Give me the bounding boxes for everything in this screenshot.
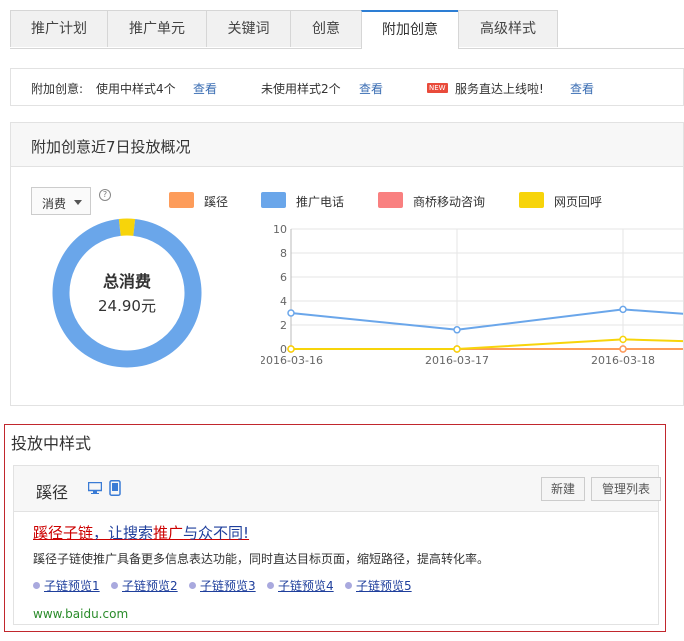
sublink-4[interactable]: 子链预览4 (267, 577, 334, 594)
card-header: 蹊径 新建 管理列表 (14, 466, 661, 512)
overview-panel: 附加创意近7日投放概况 消费 ? 总消费 24.90元 蹊径 推广电话 商桥移动… (10, 122, 684, 406)
trend-line-chart: 02468102016-03-16 2016-03-17 2016-03-18 (261, 223, 683, 367)
ad-title-part: 蹊径子链 (33, 524, 94, 542)
data-point[interactable] (453, 345, 461, 353)
new-button[interactable]: 新建 (541, 477, 585, 501)
ad-title-part: ，让搜索 (93, 524, 154, 542)
unused-count: 未使用样式2个 (261, 82, 341, 96)
data-point[interactable] (619, 345, 627, 353)
card-title: 蹊径 (36, 483, 69, 502)
legend-swatch (169, 192, 194, 208)
data-point[interactable] (453, 326, 461, 334)
sublink-1[interactable]: 子链预览1 (33, 577, 100, 594)
y-tick-label: 8 (280, 247, 287, 260)
data-point[interactable] (619, 335, 627, 344)
bullet-icon (111, 582, 118, 589)
in-use-label: 附加创意: (31, 82, 84, 96)
legend-label: 网页回呼 (554, 195, 603, 209)
desktop-icon (88, 482, 102, 494)
legend-swatch (519, 192, 544, 208)
overview-header: 附加创意近7日投放概况 (11, 123, 683, 167)
chevron-down-icon (74, 200, 82, 205)
y-tick-label: 4 (280, 295, 287, 308)
x-tick-label: 2016-03-17 (425, 354, 489, 367)
ad-title-part: 推广 (153, 524, 184, 542)
total-spend-value: 24.90元 (98, 297, 156, 315)
active-styles-title: 投放中样式 (11, 434, 92, 453)
in-use-count: 使用中样式4个 (96, 82, 176, 96)
sublink-5[interactable]: 子链预览5 (345, 577, 412, 594)
tab-advanced-style[interactable]: 高级样式 (458, 10, 558, 47)
bullet-icon (345, 582, 352, 589)
data-point[interactable] (619, 305, 627, 314)
sublink-label: 子链预览2 (122, 579, 178, 593)
legend-label: 蹊径 (204, 195, 229, 209)
y-tick-label: 2 (280, 319, 287, 332)
legend-label: 推广电话 (296, 195, 345, 209)
sublink-label: 子链预览3 (200, 579, 256, 593)
tab-promotion-plan[interactable]: 推广计划 (10, 10, 108, 47)
x-tick-label: 2016-03-18 (591, 354, 655, 367)
donut-center: 总消费 24.90元 (52, 218, 202, 368)
sublink-label: 子链预览4 (278, 579, 334, 593)
ad-title-part: 与众不同! (183, 524, 250, 542)
info-bar: 附加创意: 使用中样式4个 查看 未使用样式2个 查看 NEW 服务直达上线啦!… (10, 68, 684, 106)
ad-description: 蹊径子链使推广具备更多信息表达功能，同时直达目标页面，缩短路径，提高转化率。 (33, 552, 490, 566)
y-tick-label: 6 (280, 271, 287, 284)
view-in-use-link[interactable]: 查看 (193, 80, 217, 97)
sublink-label: 子链预览5 (356, 579, 412, 593)
active-styles-section: 投放中样式 蹊径 新建 管理列表 蹊径子链，让搜索推广与众不同! 蹊径子链使推广… (4, 424, 666, 632)
qijing-style-card: 蹊径 新建 管理列表 蹊径子链，让搜索推广与众不同! 蹊径子链使推广具备更多信息… (13, 465, 661, 625)
manage-list-button[interactable]: 管理列表 (591, 477, 661, 501)
ad-title-link[interactable]: 蹊径子链，让搜索推广与众不同! (33, 522, 249, 543)
legend-label: 商桥移动咨询 (413, 195, 486, 209)
question-circle-icon[interactable]: ? (99, 189, 111, 201)
metric-select-value: 消费 (42, 197, 67, 211)
data-point[interactable] (287, 309, 295, 317)
legend-swatch (261, 192, 286, 208)
view-unused-link[interactable]: 查看 (359, 80, 383, 97)
mobile-icon (109, 480, 121, 496)
view-service-link[interactable]: 查看 (570, 80, 594, 97)
total-spend-label: 总消费 (102, 272, 151, 291)
tab-promotion-unit[interactable]: 推广单元 (107, 10, 207, 47)
bullet-icon (33, 582, 40, 589)
bullet-icon (189, 582, 196, 589)
legend-swatch (378, 192, 403, 208)
tab-keywords[interactable]: 关键词 (206, 10, 291, 47)
ad-display-url: www.baidu.com (33, 607, 129, 621)
sublink-label: 子链预览1 (44, 579, 100, 593)
overview-title: 附加创意近7日投放概况 (31, 138, 191, 156)
tab-additional-creative[interactable]: 附加创意 (361, 10, 459, 49)
x-tick-label: 2016-03-16 (261, 354, 323, 367)
service-announcement: 服务直达上线啦! (455, 82, 544, 96)
y-tick-label: 10 (273, 223, 287, 236)
tab-creative[interactable]: 创意 (290, 10, 362, 47)
new-badge: NEW (427, 83, 448, 93)
tab-bar: 推广计划 推广单元 关键词 创意 附加创意 高级样式 (10, 10, 684, 49)
sublink-3[interactable]: 子链预览3 (189, 577, 256, 594)
sublink-2[interactable]: 子链预览2 (111, 577, 178, 594)
metric-select[interactable]: 消费 (31, 187, 91, 215)
bullet-icon (267, 582, 274, 589)
data-point[interactable] (287, 345, 295, 353)
